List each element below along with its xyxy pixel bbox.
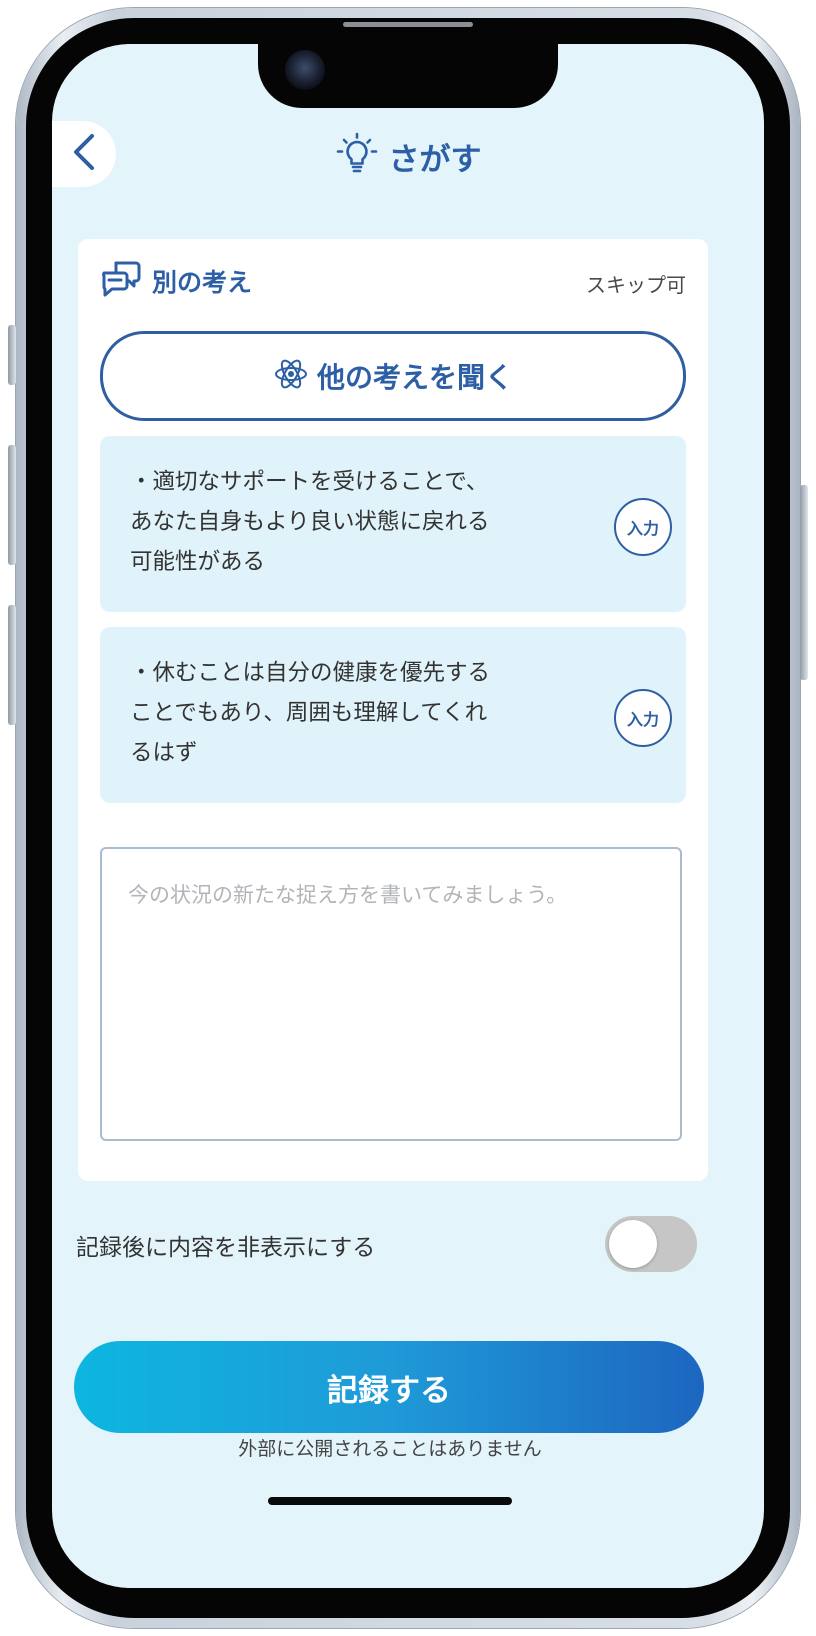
suggestion-item: ・休むことは自分の健康を優先する ことでもあり、周囲も理解してくれ るはず 入力 (100, 627, 686, 803)
suggestion-item: ・適切なサポートを受けることで、 あなた自身もより良い状態に戻れる 可能性がある… (100, 436, 686, 612)
page-header: さがす (52, 128, 764, 184)
alternative-thought-card: 別の考え スキップ可 他の考えを聞く ・適切なサポートを受けることで、 あなた自… (78, 239, 708, 1181)
page-title: さがす (388, 141, 482, 178)
record-button-label: 記録する (327, 1372, 451, 1408)
lightbulb-icon (335, 132, 379, 180)
app-screen: さがす 別の考え スキップ可 他の考えを聞く ・適切なサポートを受けることで、 … (52, 44, 764, 1588)
home-indicator[interactable] (268, 1497, 512, 1505)
hide-content-label: 記録後に内容を非表示にする (76, 1235, 376, 1261)
chat-bubbles-icon (100, 259, 142, 303)
suggestion-text: ・適切なサポートを受けることで、 あなた自身もより良い状態に戻れる 可能性がある (130, 469, 490, 575)
insert-suggestion-button[interactable]: 入力 (614, 689, 672, 747)
front-camera (285, 50, 325, 90)
volume-down-button (8, 605, 16, 725)
earpiece-speaker (343, 22, 473, 27)
ask-other-thoughts-button[interactable]: 他の考えを聞く (100, 331, 686, 421)
hide-content-toggle[interactable] (605, 1216, 697, 1272)
power-button (800, 485, 808, 680)
silent-switch (8, 325, 16, 385)
record-button[interactable]: 記録する (74, 1341, 704, 1433)
insert-suggestion-button[interactable]: 入力 (614, 498, 672, 556)
suggestion-text: ・休むことは自分の健康を優先する ことでもあり、周囲も理解してくれ るはず (130, 660, 491, 766)
atom-icon (273, 356, 309, 396)
reframe-text-input[interactable] (100, 847, 682, 1141)
section-header: 別の考え (100, 261, 252, 301)
ask-button-label: 他の考えを聞く (316, 361, 513, 394)
skip-label: スキップ可 (586, 273, 686, 297)
toggle-knob (609, 1220, 657, 1268)
privacy-note: 外部に公開されることはありません (238, 1438, 542, 1460)
volume-up-button (8, 445, 16, 565)
section-title: 別の考え (152, 268, 253, 297)
